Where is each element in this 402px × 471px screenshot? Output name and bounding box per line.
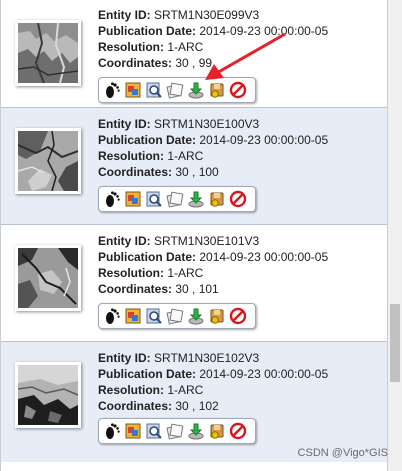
resolution-value: 1-ARC	[167, 266, 204, 280]
resolution-label: Resolution:	[98, 266, 164, 280]
vertical-scrollbar[interactable]	[388, 0, 402, 471]
coordinates-value: 30 , 100	[175, 165, 219, 179]
publication-date-label: Publication Date:	[98, 24, 197, 38]
resolution-label: Resolution:	[98, 383, 164, 397]
entity-id-label: Entity ID:	[98, 117, 151, 131]
terrain-thumbnail-image	[18, 23, 78, 83]
list-item: Entity ID: SRTM1N30E102V3 Publication Da…	[1, 342, 387, 462]
download-icon[interactable]	[187, 190, 205, 208]
exclude-icon[interactable]	[229, 190, 247, 208]
download-icon[interactable]	[187, 81, 205, 99]
footprint-icon[interactable]	[103, 422, 121, 440]
publication-date-value: 2014-09-23 00:00:00-05	[199, 250, 329, 264]
result-toolbar	[98, 418, 256, 444]
browse-overlay-icon[interactable]	[124, 307, 142, 325]
entity-id-value: SRTM1N30E102V3	[154, 351, 260, 365]
result-toolbar	[98, 303, 256, 329]
list-item: Entity ID: SRTM1N30E101V3 Publication Da…	[1, 225, 387, 342]
bulk-order-icon[interactable]	[208, 190, 226, 208]
coordinates-label: Coordinates:	[98, 165, 173, 179]
entity-id-value: SRTM1N30E099V3	[154, 8, 260, 22]
entity-id-value: SRTM1N30E100V3	[154, 117, 260, 131]
bulk-order-icon[interactable]	[208, 307, 226, 325]
terrain-thumbnail-image	[18, 365, 78, 425]
publication-date-label: Publication Date:	[98, 133, 197, 147]
list-item: Entity ID: SRTM1N30E099V3 Publication Da…	[1, 0, 387, 108]
coordinates-label: Coordinates:	[98, 56, 173, 70]
browse-thumbnail[interactable]	[15, 362, 81, 428]
entity-id-label: Entity ID:	[98, 234, 151, 248]
browse-overlay-icon[interactable]	[124, 190, 142, 208]
entity-id-label: Entity ID:	[98, 8, 151, 22]
compare-browse-icon[interactable]	[166, 190, 184, 208]
bulk-order-icon[interactable]	[208, 422, 226, 440]
browse-thumbnail[interactable]	[15, 128, 81, 194]
terrain-thumbnail-image	[18, 248, 78, 308]
download-icon[interactable]	[187, 307, 205, 325]
result-toolbar	[98, 186, 256, 212]
footprint-icon[interactable]	[103, 307, 121, 325]
metadata-magnifier-icon[interactable]	[145, 190, 163, 208]
publication-date-label: Publication Date:	[98, 367, 197, 381]
metadata-magnifier-icon[interactable]	[145, 422, 163, 440]
browse-overlay-icon[interactable]	[124, 422, 142, 440]
result-metadata: Entity ID: SRTM1N30E099V3 Publication Da…	[98, 7, 328, 71]
resolution-label: Resolution:	[98, 149, 164, 163]
entity-id-label: Entity ID:	[98, 351, 151, 365]
result-toolbar	[98, 77, 256, 103]
publication-date-label: Publication Date:	[98, 250, 197, 264]
browse-thumbnail[interactable]	[15, 20, 81, 86]
metadata-magnifier-icon[interactable]	[145, 307, 163, 325]
resolution-value: 1-ARC	[167, 383, 204, 397]
browse-overlay-icon[interactable]	[124, 81, 142, 99]
publication-date-value: 2014-09-23 00:00:00-05	[199, 133, 329, 147]
publication-date-value: 2014-09-23 00:00:00-05	[199, 367, 329, 381]
metadata-magnifier-icon[interactable]	[145, 81, 163, 99]
compare-browse-icon[interactable]	[166, 81, 184, 99]
exclude-icon[interactable]	[229, 307, 247, 325]
exclude-icon[interactable]	[229, 81, 247, 99]
compare-browse-icon[interactable]	[166, 422, 184, 440]
exclude-icon[interactable]	[229, 422, 247, 440]
publication-date-value: 2014-09-23 00:00:00-05	[199, 24, 329, 38]
entity-id-value: SRTM1N30E101V3	[154, 234, 260, 248]
download-icon[interactable]	[187, 422, 205, 440]
footprint-icon[interactable]	[103, 81, 121, 99]
result-metadata: Entity ID: SRTM1N30E102V3 Publication Da…	[98, 350, 328, 414]
bulk-order-icon[interactable]	[208, 81, 226, 99]
browse-thumbnail[interactable]	[15, 245, 81, 311]
result-metadata: Entity ID: SRTM1N30E101V3 Publication Da…	[98, 233, 328, 297]
resolution-label: Resolution:	[98, 40, 164, 54]
compare-browse-icon[interactable]	[166, 307, 184, 325]
search-results-list: Entity ID: SRTM1N30E099V3 Publication Da…	[0, 0, 388, 471]
coordinates-value: 30 , 102	[175, 399, 219, 413]
coordinates-label: Coordinates:	[98, 282, 173, 296]
resolution-value: 1-ARC	[167, 40, 204, 54]
terrain-thumbnail-image	[18, 131, 78, 191]
watermark: CSDN @Vigo*GIS	[297, 447, 388, 459]
list-item: Entity ID: SRTM1N30E100V3 Publication Da…	[1, 108, 387, 225]
coordinates-value: 30 , 101	[175, 282, 219, 296]
result-metadata: Entity ID: SRTM1N30E100V3 Publication Da…	[98, 116, 328, 180]
coordinates-label: Coordinates:	[98, 399, 173, 413]
scrollbar-thumb[interactable]	[390, 304, 400, 382]
resolution-value: 1-ARC	[167, 149, 204, 163]
coordinates-value: 30 , 99	[175, 56, 213, 70]
footprint-icon[interactable]	[103, 190, 121, 208]
